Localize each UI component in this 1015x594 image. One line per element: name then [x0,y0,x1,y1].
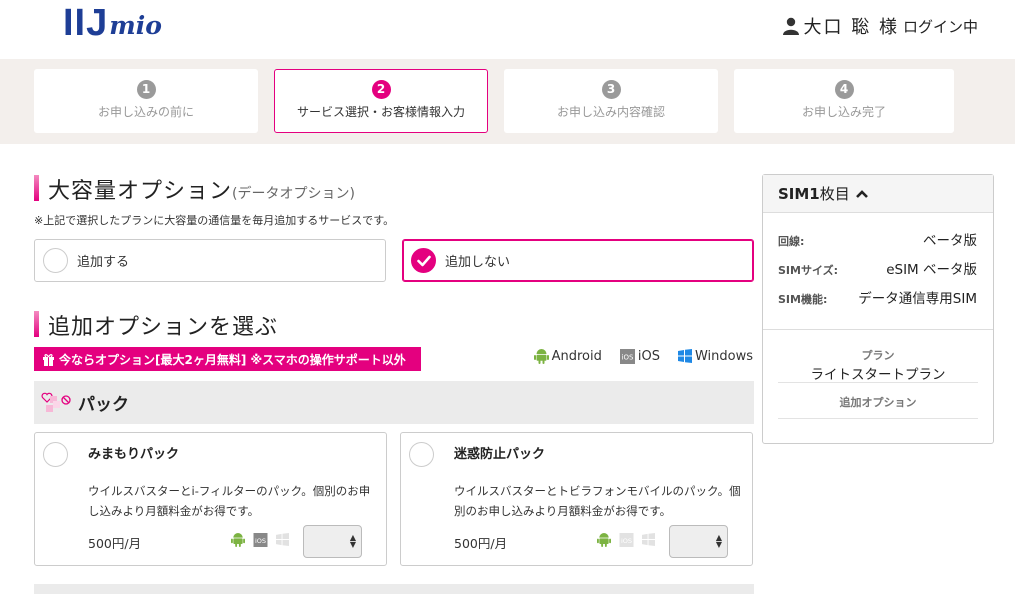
sim1-summary-toggle[interactable]: SIM1 枚目 [763,175,993,213]
pack-category-header: パック [34,381,754,424]
radio-circle[interactable] [43,248,68,273]
user-name: 大口 聡 様 [803,17,899,38]
logo-iij: IIJ [63,2,109,44]
login-status: ログイン中 [902,17,978,36]
row-key: SIM機能: [778,293,828,306]
ios-icon: iOS [619,348,635,364]
mimamori-pack-description: ウイルスバスターとi-フィルターのパック。個別のお申し込みより月額料金がお得です… [88,484,371,518]
sim-title-rest: 枚目 [819,185,850,203]
row-value: ベータ版 [923,233,977,249]
legend-windows-label: Windows [694,348,753,364]
row-key: SIMサイズ: [778,264,839,277]
step-number: 1 [136,80,156,99]
step-label: お申し込み完了 [801,105,886,119]
large-option-heading: 大容量オプション (データオプション) [34,173,355,205]
add-option-label: 追加する [77,255,130,270]
legend-ios-label: iOS [637,348,660,364]
promo-text: 今ならオプション[最大2ヶ月無料] ※スマホの操作サポート以外 [59,352,406,367]
iijmio-logo[interactable]: IIJ mio [63,2,162,44]
summary-line [778,382,978,383]
additional-options-heading: 追加オプションを選ぶ [34,309,278,341]
select-arrows-icon: ▲ ▼ [715,533,722,549]
ios-icon-disabled: iOS [619,532,634,547]
step-number: 3 [601,80,621,99]
no-add-option-label: 追加しない [445,255,511,270]
pack-icon [41,392,71,412]
svg-text:iOS: iOS [621,353,633,361]
android-icon [231,532,245,547]
step-1: 1 お申し込みの前に [34,69,258,133]
large-option-title: 大容量オプション [48,179,233,204]
summary-plan-label: プラン [861,349,895,362]
row-key: 回線: [778,235,805,248]
windows-icon [677,349,692,363]
meiwaku-boshi-pack-description: ウイルスバスターとトビラフォンモバイルのパック。個別のお申し込みより月額料金がお… [454,484,741,518]
mimamori-pack-card[interactable]: みまもりパック ウイルスバスターとi-フィルターのパック。個別のお申し込みより月… [34,432,387,566]
summary-row-line: 回線: ベータ版 [778,229,977,249]
step-4: 4 お申し込み完了 [734,69,954,133]
gift-icon [43,353,54,366]
os-legend: Android iOS iOS Windows [516,348,753,364]
meiwaku-boshi-pack-quantity-select[interactable]: ▲ ▼ [669,525,728,558]
header: IIJ mio 大口 聡 様 ログイン中 [0,0,1015,59]
row-value: eSIM ベータ版 [886,262,977,278]
order-summary-sidebar: SIM1 枚目 回線: ベータ版 SIMサイズ: eSIM ベータ版 SIM機能… [762,174,994,444]
chevron-up-icon [855,189,868,198]
summary-row-sim-size: SIMサイズ: eSIM ベータ版 [778,258,977,278]
ios-icon: iOS [253,532,268,547]
summary-options-label: 追加オプション [839,396,917,409]
step-number: 2 [371,80,391,99]
supported-os-icons: iOS [231,532,297,547]
additional-options-title: 追加オプションを選ぶ [48,315,279,340]
summary-line [778,418,978,419]
legend-ios: iOS iOS [619,348,660,364]
mimamori-pack-price: 500円/月 [88,536,142,551]
heading-accent-bar [34,311,39,337]
user-status: 大口 聡 様 ログイン中 [782,13,978,39]
meiwaku-boshi-pack-radio[interactable] [409,442,434,467]
legend-windows: Windows [677,348,753,364]
summary-plan-value: ライトスタートプラン [810,367,946,383]
heading-accent-bar [34,175,39,201]
add-option-radio[interactable]: 追加する [34,239,386,282]
step-2-current: 2 サービス選択・お客様情報入力 [274,69,488,133]
step-label: サービス選択・お客様情報入力 [296,105,465,119]
summary-row-sim-function: SIM機能: データ通信専用SIM [778,287,977,307]
legend-android-label: Android [551,348,602,364]
logo-mio: mio [109,11,162,40]
supported-os-icons: iOS [597,532,663,547]
step-number: 4 [834,80,854,99]
step-label: お申し込み内容確認 [556,105,665,119]
mimamori-pack-name: みまもりパック [88,447,180,462]
no-add-option-radio[interactable]: 追加しない [402,239,754,282]
large-option-note: ※上記で選択したプランに大容量の通信量を毎月追加するサービスです。 [34,214,395,227]
user-icon [782,17,799,35]
meiwaku-boshi-pack-price: 500円/月 [454,536,508,551]
step-label: お申し込みの前に [97,105,194,119]
pack-category-title: パック [78,395,129,415]
windows-icon-disabled [642,533,655,546]
mimamori-pack-quantity-select[interactable]: ▲ ▼ [303,525,362,558]
svg-text:iOS: iOS [255,536,266,544]
progress-steps: 1 お申し込みの前に 2 サービス選択・お客様情報入力 3 お申し込み内容確認 … [0,59,1015,144]
large-option-subtitle: (データオプション) [232,186,355,202]
step-3: 3 お申し込み内容確認 [504,69,718,133]
summary-divider [763,329,993,330]
android-icon [597,532,611,547]
mimamori-pack-radio[interactable] [43,442,68,467]
svg-text:iOS: iOS [621,536,632,544]
sim-title-bold: SIM1 [778,184,820,203]
select-arrows-icon: ▲ ▼ [349,533,356,549]
legend-android: Android [533,348,602,364]
android-icon [533,349,549,364]
meiwaku-boshi-pack-card[interactable]: 迷惑防止パック ウイルスバスターとトビラフォンモバイルのパック。個別のお申し込み… [400,432,753,566]
meiwaku-boshi-pack-name: 迷惑防止パック [454,447,546,462]
windows-icon-disabled [276,533,289,546]
next-category-header [34,584,754,594]
free-promo-banner: 今ならオプション[最大2ヶ月無料] ※スマホの操作サポート以外 [34,347,421,371]
radio-checked-icon[interactable] [411,248,436,273]
row-value: データ通信専用SIM [858,291,977,307]
